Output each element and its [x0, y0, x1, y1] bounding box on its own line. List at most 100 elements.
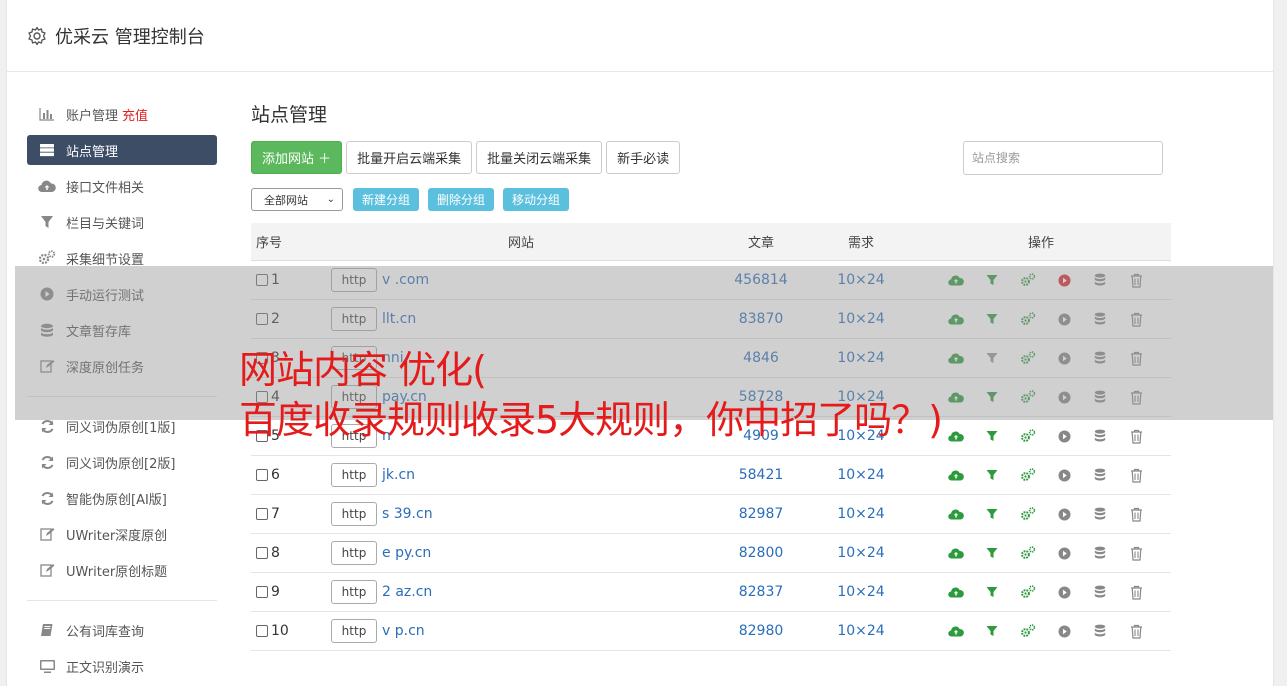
- sidebar-item-label: 智能伪原创[AI版]: [66, 492, 167, 508]
- sidebar-item-refresh[interactable]: 同义词伪原创[2版]: [27, 444, 217, 480]
- sidebar-item-label: UWriter原创标题: [66, 564, 168, 580]
- article-count[interactable]: 58421: [711, 467, 811, 483]
- cloud-upload-icon[interactable]: [938, 582, 974, 602]
- cogs-icon[interactable]: [1010, 465, 1046, 485]
- row-checkbox[interactable]: [256, 625, 268, 637]
- article-count[interactable]: 82837: [711, 584, 811, 600]
- site-domain-link[interactable]: e py.cn: [382, 545, 431, 561]
- row-no-cell: 6: [251, 467, 331, 483]
- sidebar-item-monitor[interactable]: 正文识别演示: [27, 648, 217, 684]
- play-icon[interactable]: [1046, 465, 1082, 485]
- site-domain-link[interactable]: jk.cn: [382, 467, 415, 483]
- add-site-button[interactable]: 添加网站 ＋: [251, 141, 343, 174]
- sidebar-item-book[interactable]: 公有词库查询: [27, 612, 217, 648]
- trash-icon[interactable]: [1118, 465, 1154, 485]
- demand-value[interactable]: 10×24: [811, 584, 911, 600]
- sidebar-item-label: 同义词伪原创[2版]: [66, 456, 176, 472]
- sidebar-item-bar-chart[interactable]: 账户管理 充值: [27, 96, 217, 132]
- filter-icon[interactable]: [974, 465, 1010, 485]
- database-icon[interactable]: [1082, 582, 1118, 602]
- cloud-upload-icon[interactable]: [938, 543, 974, 563]
- row-checkbox[interactable]: [256, 469, 268, 481]
- batch-open-cloud-button[interactable]: 批量开启云端采集: [346, 141, 473, 174]
- demand-value[interactable]: 10×24: [811, 623, 911, 639]
- row-checkbox[interactable]: [256, 508, 268, 520]
- sidebar-item-edit[interactable]: UWriter深度原创: [27, 516, 217, 552]
- http-badge[interactable]: http: [331, 619, 377, 643]
- demand-value[interactable]: 10×24: [811, 545, 911, 561]
- recharge-link[interactable]: 充值: [122, 105, 148, 124]
- site-domain-link[interactable]: v p.cn: [382, 623, 425, 639]
- row-actions: [911, 621, 1171, 641]
- play-icon[interactable]: [1046, 621, 1082, 641]
- cloud-upload-icon[interactable]: [938, 504, 974, 524]
- sidebar-divider: [27, 600, 217, 601]
- http-badge[interactable]: http: [331, 541, 377, 565]
- filter-icon[interactable]: [974, 543, 1010, 563]
- database-icon[interactable]: [1082, 543, 1118, 563]
- site-search-input[interactable]: 站点搜索: [963, 140, 1163, 175]
- database-icon[interactable]: [1082, 504, 1118, 524]
- filter-icon[interactable]: [974, 504, 1010, 524]
- sidebar-item-filter[interactable]: 栏目与关键词: [27, 204, 217, 240]
- http-badge[interactable]: http: [331, 463, 377, 487]
- trash-icon[interactable]: [1118, 582, 1154, 602]
- cloud-upload-icon[interactable]: [938, 621, 974, 641]
- article-count[interactable]: 82980: [711, 623, 811, 639]
- play-icon[interactable]: [1046, 543, 1082, 563]
- article-count[interactable]: 82987: [711, 506, 811, 522]
- col-no-header: 序号: [256, 236, 283, 251]
- cloud-upload-icon[interactable]: [938, 465, 974, 485]
- filter-icon[interactable]: [974, 582, 1010, 602]
- cogs-icon[interactable]: [1010, 621, 1046, 641]
- cogs-icon[interactable]: [1010, 426, 1046, 446]
- trash-icon[interactable]: [1118, 543, 1154, 563]
- newbie-guide-button[interactable]: 新手必读: [606, 141, 681, 174]
- refresh-icon: [38, 454, 56, 470]
- batch-close-cloud-button[interactable]: 批量关闭云端采集: [476, 141, 603, 174]
- row-no-cell: 10: [251, 623, 331, 639]
- site-domain-link[interactable]: 2 az.cn: [382, 584, 432, 600]
- row-actions: [911, 582, 1171, 602]
- database-icon[interactable]: [1082, 465, 1118, 485]
- sidebar-item-cloud-upload[interactable]: 接口文件相关: [27, 168, 217, 204]
- database-icon[interactable]: [1082, 621, 1118, 641]
- cogs-icon[interactable]: [1010, 543, 1046, 563]
- http-badge[interactable]: http: [331, 580, 377, 604]
- trash-icon[interactable]: [1118, 621, 1154, 641]
- delete-group-button[interactable]: 删除分组: [428, 188, 495, 211]
- play-icon[interactable]: [1046, 504, 1082, 524]
- demand-value[interactable]: 10×24: [811, 506, 911, 522]
- demand-value[interactable]: 10×24: [811, 467, 911, 483]
- play-icon[interactable]: [1046, 426, 1082, 446]
- site-domain-link[interactable]: s 39.cn: [382, 506, 433, 522]
- sidebar-item-refresh[interactable]: 智能伪原创[AI版]: [27, 480, 217, 516]
- sidebar-item-edit[interactable]: UWriter原创标题: [27, 552, 217, 588]
- play-icon[interactable]: [1046, 582, 1082, 602]
- new-group-button[interactable]: 新建分组: [353, 188, 420, 211]
- cloud-upload-icon[interactable]: [938, 426, 974, 446]
- app-header: 优采云 管理控制台: [7, 0, 1273, 72]
- http-badge[interactable]: http: [331, 502, 377, 526]
- row-number: 6: [271, 467, 280, 483]
- database-icon[interactable]: [1082, 426, 1118, 446]
- filter-icon[interactable]: [974, 426, 1010, 446]
- table-row: 10 http v p.cn 82980 10×24: [251, 612, 1171, 651]
- row-checkbox[interactable]: [256, 547, 268, 559]
- filter-icon: [38, 214, 56, 230]
- move-group-button[interactable]: 移动分组: [503, 188, 570, 211]
- trash-icon[interactable]: [1118, 426, 1154, 446]
- filter-icon[interactable]: [974, 621, 1010, 641]
- row-no-cell: 7: [251, 506, 331, 522]
- edit-icon: [38, 562, 56, 578]
- row-site-cell: http jk.cn: [331, 463, 711, 487]
- cogs-icon[interactable]: [1010, 504, 1046, 524]
- cogs-icon[interactable]: [1010, 582, 1046, 602]
- row-checkbox[interactable]: [256, 586, 268, 598]
- sidebar-item-server[interactable]: 站点管理: [27, 135, 217, 165]
- group-select[interactable]: 全部网站 ⌄: [251, 188, 343, 211]
- article-count[interactable]: 82800: [711, 545, 811, 561]
- col-demand-header: 需求: [847, 236, 874, 251]
- sidebar-item-label: UWriter深度原创: [66, 528, 168, 544]
- trash-icon[interactable]: [1118, 504, 1154, 524]
